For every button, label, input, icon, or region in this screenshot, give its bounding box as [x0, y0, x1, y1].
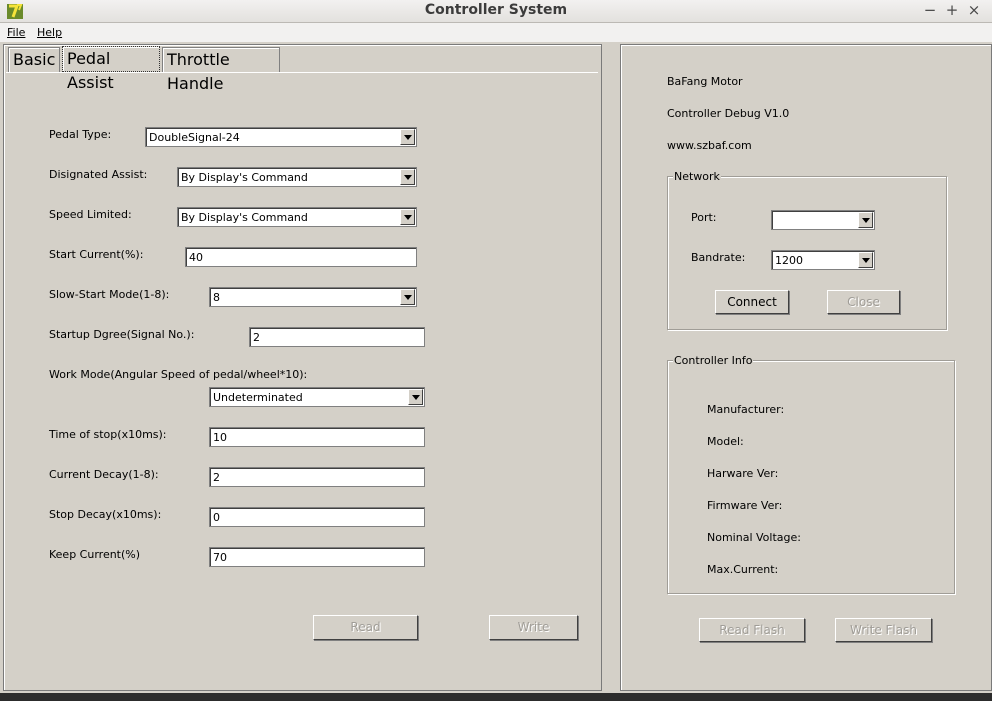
keep-current-input[interactable]: 70 [209, 547, 425, 567]
port-label: Port: [691, 211, 717, 224]
baudrate-select[interactable]: 1200 [771, 250, 875, 270]
nominal-voltage-label: Nominal Voltage: [707, 531, 801, 544]
tab-throttle-handle[interactable]: Throttle Handle [162, 47, 280, 93]
work-mode-label: Work Mode(Angular Speed of pedal/wheel*1… [49, 368, 308, 381]
start-current-label: Start Current(%): [49, 248, 144, 261]
window-title: Controller System [424, 2, 568, 18]
chevron-down-icon[interactable] [400, 209, 415, 225]
work-mode-select[interactable]: Undeterminated [209, 387, 425, 407]
current-decay-input[interactable]: 2 [209, 467, 425, 487]
start-current-input[interactable]: 40 [185, 247, 417, 267]
window-bottom-edge [0, 693, 992, 701]
work-mode-value: Undeterminated [213, 391, 303, 404]
connect-button[interactable]: Connect [715, 290, 789, 314]
designated-assist-label: Disignated Assist: [49, 168, 148, 181]
maximize-button[interactable]: + [943, 1, 961, 19]
chevron-down-icon[interactable] [400, 289, 415, 305]
title-bar: Controller System − + × [0, 0, 992, 23]
write-flash-button[interactable]: Write Flash [835, 618, 932, 642]
port-select[interactable] [771, 210, 875, 230]
startup-degree-value: 2 [253, 331, 260, 344]
chevron-down-icon[interactable] [858, 212, 873, 228]
chevron-down-icon[interactable] [400, 169, 415, 185]
read-flash-button[interactable]: Read Flash [699, 618, 805, 642]
network-group-title: Network [673, 170, 721, 183]
stop-decay-label: Stop Decay(x10ms): [49, 508, 162, 521]
tab-pedal-assist[interactable]: Pedal Assist [62, 46, 160, 92]
designated-assist-value: By Display's Command [181, 171, 308, 184]
manufacturer-label: Manufacturer: [707, 403, 785, 416]
speed-limited-select[interactable]: By Display's Command [177, 207, 417, 227]
write-button[interactable]: Write [489, 615, 578, 640]
stop-decay-input[interactable]: 0 [209, 507, 425, 527]
info-brand: BaFang Motor [667, 75, 743, 88]
slow-start-mode-select[interactable]: 8 [209, 287, 417, 307]
menu-file[interactable]: File [7, 26, 25, 39]
designated-assist-select[interactable]: By Display's Command [177, 167, 417, 187]
current-decay-value: 2 [213, 471, 220, 484]
info-website: www.szbaf.com [667, 139, 752, 152]
start-current-value: 40 [189, 251, 203, 264]
chevron-down-icon[interactable] [408, 389, 423, 405]
menu-help[interactable]: Help [37, 26, 62, 39]
controller-info-title: Controller Info [673, 354, 754, 367]
max-current-label: Max.Current: [707, 563, 779, 576]
startup-degree-label: Startup Dgree(Signal No.): [49, 328, 195, 341]
speed-limited-label: Speed Limited: [49, 208, 132, 221]
firmware-version-label: Firmware Ver: [707, 499, 783, 512]
keep-current-value: 70 [213, 551, 227, 564]
hardware-version-label: Harware Ver: [707, 467, 779, 480]
close-window-button[interactable]: × [965, 1, 983, 19]
baudrate-value: 1200 [775, 254, 803, 267]
startup-degree-input[interactable]: 2 [249, 327, 425, 347]
info-version: Controller Debug V1.0 [667, 107, 790, 120]
pedal-type-select[interactable]: DoubleSignal-24 [145, 127, 417, 147]
time-of-stop-value: 10 [213, 431, 227, 444]
stop-decay-value: 0 [213, 511, 220, 524]
menu-bar: File Help [0, 23, 992, 42]
minimize-button[interactable]: − [921, 1, 939, 19]
close-button[interactable]: Close [827, 290, 900, 314]
chevron-down-icon[interactable] [400, 129, 415, 145]
model-label: Model: [707, 435, 744, 448]
time-of-stop-input[interactable]: 10 [209, 427, 425, 447]
tab-basic[interactable]: Basic [8, 47, 60, 72]
pedal-type-value: DoubleSignal-24 [149, 131, 240, 144]
time-of-stop-label: Time of stop(x10ms): [49, 428, 167, 441]
keep-current-label: Keep Current(%) [49, 548, 141, 561]
read-button[interactable]: Read [313, 615, 418, 640]
chevron-down-icon[interactable] [858, 252, 873, 268]
pedal-type-label: Pedal Type: [49, 128, 112, 141]
slow-start-mode-label: Slow-Start Mode(1-8): [49, 288, 170, 301]
slow-start-mode-value: 8 [213, 291, 220, 304]
current-decay-label: Current Decay(1-8): [49, 468, 159, 481]
speed-limited-value: By Display's Command [181, 211, 308, 224]
baudrate-label: Bandrate: [691, 251, 746, 264]
